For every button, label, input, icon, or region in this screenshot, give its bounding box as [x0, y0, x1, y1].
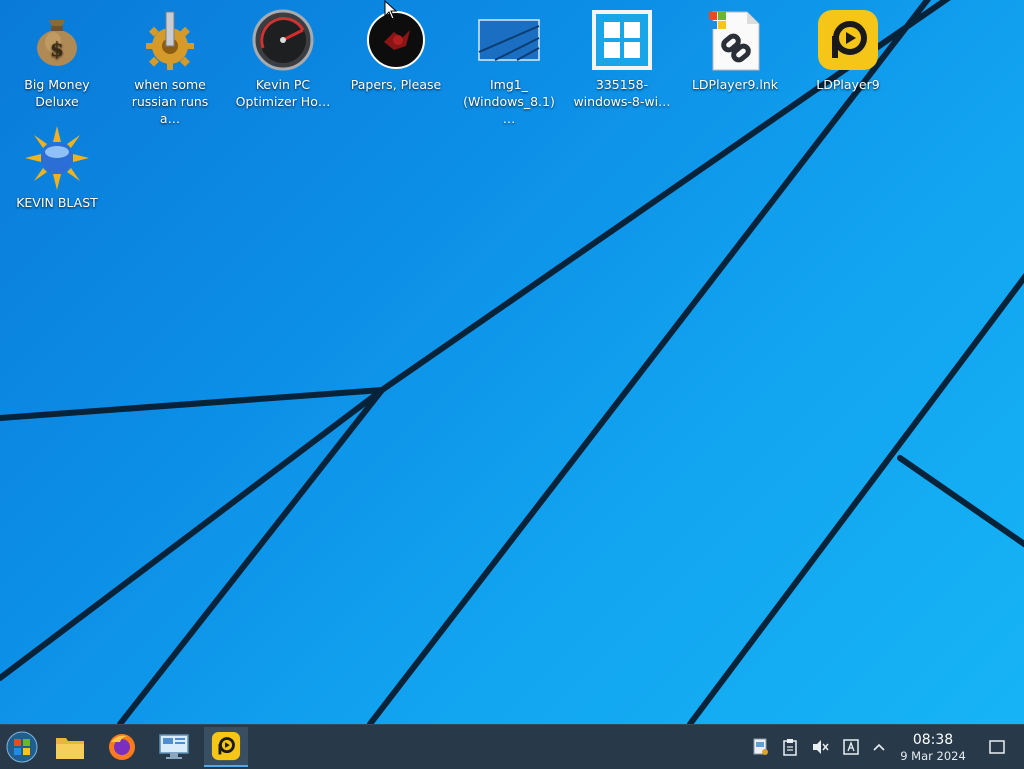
desktop-icon-label: Img1_ (Windows_8.1)…: [463, 77, 555, 126]
svg-text:$: $: [50, 37, 64, 61]
desktop-icon-big-money-deluxe[interactable]: $ Big Money Deluxe: [5, 8, 109, 110]
mouse-cursor-icon: [384, 0, 398, 20]
taskbar-firefox[interactable]: [100, 727, 144, 767]
firefox-icon: [109, 734, 135, 760]
desktop-icon-img1-windows[interactable]: Img1_ (Windows_8.1)…: [457, 8, 561, 127]
taskbar-system-settings[interactable]: [152, 727, 196, 767]
desktop-icon-label: Papers, Please: [350, 77, 442, 92]
network-icon: [753, 738, 768, 755]
windows-logo-icon: [592, 10, 652, 70]
start-button[interactable]: [0, 727, 44, 767]
tray-clipboard[interactable]: [780, 737, 800, 757]
volume-muted-icon: [813, 740, 829, 754]
folder-icon: [56, 738, 84, 759]
show-desktop-icon: [989, 740, 1005, 754]
desktop[interactable]: $ Big Money Deluxe when some russian run…: [0, 0, 1024, 724]
ldplayer-icon: [211, 731, 241, 761]
show-desktop-button[interactable]: [987, 737, 1007, 757]
desktop-icon-label: Kevin PC Optimizer Ho…: [235, 77, 331, 109]
desktop-icon-kevin-blast[interactable]: KEVIN BLAST: [5, 126, 109, 211]
keyboard-layout-icon: [843, 739, 859, 755]
tray-expand[interactable]: [869, 737, 889, 757]
clock-date[interactable]: 9 Mar 2024: [895, 749, 971, 763]
desktop-icon-when-some-russian[interactable]: when some russian runs a…: [118, 8, 222, 127]
money-bag-icon: $: [37, 20, 77, 66]
gear-icon: [146, 11, 194, 70]
taskbar-ldplayer[interactable]: [204, 727, 248, 767]
tray-keyboard-layout[interactable]: [841, 737, 861, 757]
desktop-icon-label: LDPlayer9.lnk: [691, 77, 779, 92]
monitor-settings-icon: [159, 734, 189, 759]
desktop-icon-label: when some russian runs a…: [131, 77, 209, 126]
desktop-icon-label: KEVIN BLAST: [16, 195, 98, 210]
desktop-icon-ldplayer9-lnk[interactable]: LDPlayer9.lnk: [683, 8, 787, 93]
ldplayer-icon: [818, 10, 878, 70]
clock-time[interactable]: 08:38: [898, 732, 968, 748]
tray-volume-muted[interactable]: [810, 737, 830, 757]
desktop-icon-kevin-pc-optimizer[interactable]: Kevin PC Optimizer Ho…: [231, 8, 335, 110]
taskbar-file-manager[interactable]: [48, 727, 92, 767]
image-icon: [478, 19, 540, 61]
shortcut-icon: [709, 11, 760, 71]
chevron-up-icon: [873, 743, 885, 751]
start-orb-icon: [6, 731, 38, 763]
sun-globe-icon: [25, 126, 89, 190]
desktop-icon-windows-8-wallpaper[interactable]: 335158- windows-8-wi…: [570, 8, 674, 110]
desktop-icon-ldplayer9[interactable]: LDPlayer9: [796, 8, 900, 93]
speedometer-icon: [252, 9, 314, 71]
desktop-icon-label: Big Money Deluxe: [24, 77, 90, 109]
desktop-icon-label: 335158- windows-8-wi…: [573, 77, 671, 109]
desktop-icon-papers-please[interactable]: Papers, Please: [344, 8, 448, 93]
desktop-icon-label: LDPlayer9: [816, 77, 880, 92]
taskbar: 08:38 9 Mar 2024: [0, 724, 1024, 769]
tray-network[interactable]: [751, 737, 771, 757]
clipboard-icon: [783, 739, 797, 756]
